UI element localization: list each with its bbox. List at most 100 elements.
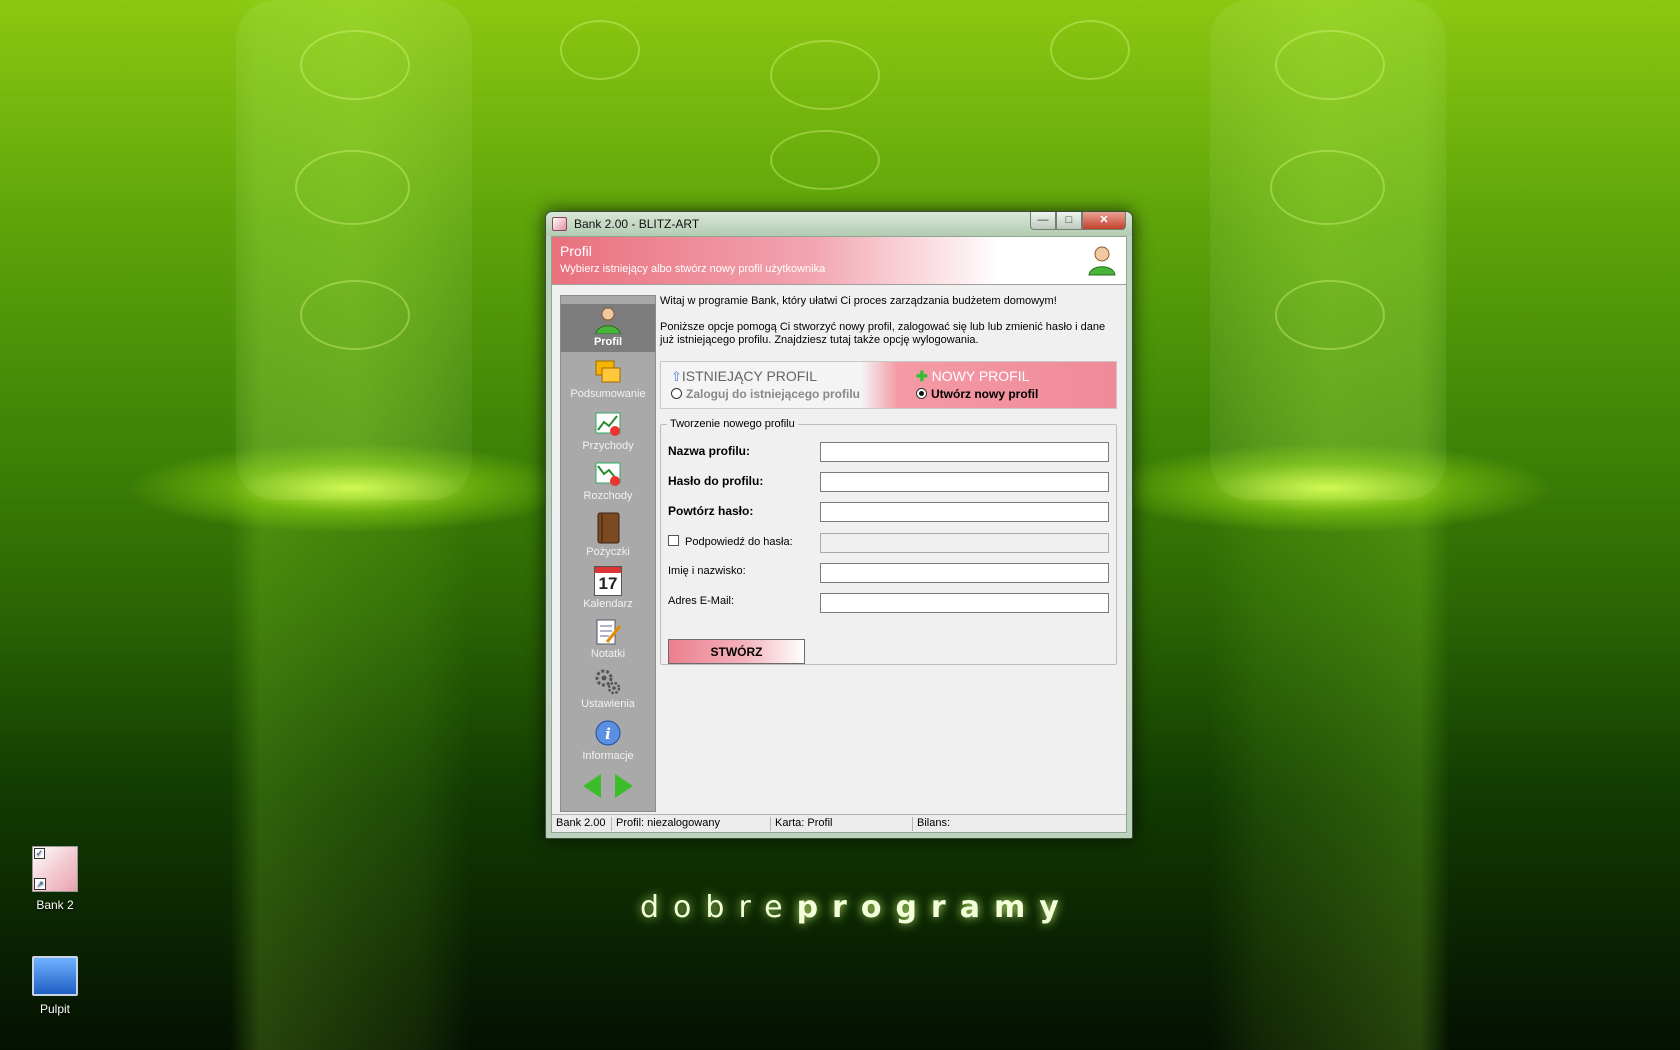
page-subtitle: Wybierz istniejący albo stwórz nowy prof… <box>560 263 826 275</box>
fullname-input[interactable] <box>820 563 1109 583</box>
desktop-icon-label: Bank 2 <box>36 898 74 912</box>
title-bar[interactable]: Bank 2.00 - BLITZ-ART — □ ✕ <box>546 212 1132 236</box>
arrow-left-icon[interactable] <box>583 774 601 798</box>
repeat-password-input[interactable] <box>820 502 1109 522</box>
sidebar-item-label: Rozchody <box>583 490 633 502</box>
wallpaper-swirl <box>560 20 640 80</box>
status-app: Bank 2.00 <box>552 817 612 831</box>
maximize-button[interactable]: □ <box>1056 212 1082 230</box>
password-hint-checkbox[interactable] <box>668 535 679 546</box>
sidebar-item-label: Podsumowanie <box>570 388 646 400</box>
shortcut-arrow-icon: ↗ <box>34 878 46 890</box>
email-input[interactable] <box>820 593 1109 613</box>
sidebar-item-przychody[interactable]: Przychody <box>561 410 655 458</box>
sidebar-item-podsumowanie[interactable]: Podsumowanie <box>561 358 655 406</box>
password-input[interactable] <box>820 472 1109 492</box>
sidebar-item-label: Notatki <box>590 648 626 660</box>
sidebar-item-rozchody[interactable]: Rozchody <box>561 460 655 508</box>
password-hint-label-wrap: Podpowiedź do hasła: <box>668 535 793 548</box>
mode-existing-option: Zaloguj do istniejącego profilu <box>686 387 861 401</box>
radio-existing-profile[interactable] <box>671 388 682 399</box>
email-row: Adres E-Mail: <box>668 593 1113 615</box>
repeat-password-label: Powtórz hasło: <box>668 504 754 518</box>
password-hint-input[interactable] <box>820 533 1109 553</box>
sidebar-item-label: Profil <box>593 336 623 348</box>
user-icon <box>1086 244 1118 276</box>
desktop-icon-pulpit[interactable]: Pulpit <box>7 956 103 1016</box>
password-label: Hasło do profilu: <box>668 474 764 488</box>
radio-new-profile[interactable] <box>916 388 927 399</box>
bank-app-icon <box>552 217 567 231</box>
password-row: Hasło do profilu: <box>668 472 1113 494</box>
info-icon: i <box>593 720 623 748</box>
sidebar-item-label: Ustawienia <box>581 698 635 710</box>
sidebar-item-profil[interactable]: Profil <box>561 304 655 352</box>
sidebar-item-label: Pożyczki <box>586 546 630 558</box>
mode-new-option: Utwórz nowy profil <box>931 387 1039 401</box>
password-hint-label: Podpowiedź do hasła: <box>685 536 793 548</box>
fullname-row: Imię i nazwisko: <box>668 563 1113 585</box>
page-title: Profil <box>560 243 592 259</box>
calendar-day: 17 <box>598 574 618 593</box>
expense-chart-icon <box>593 460 623 488</box>
book-icon <box>593 512 623 544</box>
desktop-icon-label: Pulpit <box>39 1002 71 1016</box>
password-hint-row: Podpowiedź do hasła: <box>668 533 1113 555</box>
profile-mode-selector: ⇧ISTNIEJĄCY PROFIL Zaloguj do istniejące… <box>660 361 1117 409</box>
gears-icon <box>593 668 623 696</box>
wallpaper-swirl <box>770 130 880 190</box>
wallpaper-swirl <box>1270 150 1385 225</box>
new-profile-form: Tworzenie nowego profilu Nazwa profilu: … <box>660 418 1117 665</box>
arrow-up-icon: ⇧ <box>671 369 682 384</box>
minimize-button[interactable]: — <box>1030 212 1056 230</box>
wallpaper-swirl <box>1275 280 1385 350</box>
wallpaper-watermark: dobreprogramy <box>640 890 1073 925</box>
check-overlay-icon: ✓ <box>34 848 45 859</box>
watermark-bold: programy <box>796 890 1073 925</box>
sidebar-item-informacje[interactable]: i Informacje <box>561 720 655 768</box>
wallpaper-swirl <box>295 150 410 225</box>
email-label: Adres E-Mail: <box>668 595 735 607</box>
wallpaper-swirl <box>300 280 410 350</box>
status-balance: Bilans: <box>917 817 951 829</box>
desktop-icon-bank2[interactable]: ✓ ↗ Bank 2 <box>7 846 103 912</box>
watermark-light: dobre <box>640 890 797 925</box>
profile-name-label: Nazwa profilu: <box>668 444 751 458</box>
summary-icon <box>593 358 623 386</box>
mode-new-title: NOWY PROFIL <box>931 368 1030 384</box>
income-chart-icon <box>593 410 623 438</box>
section-header: Profil Wybierz istniejący albo stwórz no… <box>552 237 1126 285</box>
svg-text:i: i <box>605 725 611 743</box>
sidebar-nav: Profil Podsumowanie Przychody Rozchody P… <box>560 295 656 812</box>
arrow-right-icon[interactable] <box>615 774 633 798</box>
sidebar-item-pozyczki[interactable]: Pożyczki <box>561 512 655 562</box>
profile-name-row: Nazwa profilu: <box>668 442 1113 464</box>
app-window: Bank 2.00 - BLITZ-ART — □ ✕ Profil Wybie… <box>545 211 1133 839</box>
mode-new-profile[interactable]: ✚ NOWY PROFIL Utwórz nowy profil <box>916 368 1038 401</box>
window-title: Bank 2.00 - BLITZ-ART <box>574 217 700 231</box>
monitor-icon <box>32 956 78 996</box>
bank-app-icon: ✓ ↗ <box>32 846 78 892</box>
mode-existing-profile[interactable]: ⇧ISTNIEJĄCY PROFIL Zaloguj do istniejące… <box>671 368 860 401</box>
form-legend: Tworzenie nowego profilu <box>667 418 798 430</box>
sidebar-item-kalendarz[interactable]: 17 Kalendarz <box>561 566 655 614</box>
sidebar-item-label: Informacje <box>582 750 634 762</box>
wallpaper-swirl <box>1050 20 1130 80</box>
wallpaper-swirl <box>300 30 410 100</box>
profile-name-input[interactable] <box>820 442 1109 462</box>
wallpaper-swirl <box>770 40 880 110</box>
close-button[interactable]: ✕ <box>1082 212 1126 230</box>
sidebar-item-ustawienia[interactable]: Ustawienia <box>561 668 655 716</box>
notes-icon <box>593 618 623 646</box>
sidebar-item-label: Kalendarz <box>583 598 633 610</box>
status-profile: Profil: niezalogowany <box>612 817 771 831</box>
create-profile-button[interactable]: STWÓRZ <box>668 639 805 664</box>
fullname-label: Imię i nazwisko: <box>668 565 746 577</box>
status-card: Karta: Profil <box>771 817 913 831</box>
window-controls: — □ ✕ <box>1030 212 1126 230</box>
description-text: Poniższe opcje pomogą Ci stworzyć nowy p… <box>660 321 1106 346</box>
repeat-password-row: Powtórz hasło: <box>668 502 1113 524</box>
user-icon <box>593 306 623 335</box>
sidebar-item-notatki[interactable]: Notatki <box>561 618 655 666</box>
mode-existing-title: ISTNIEJĄCY PROFIL <box>681 368 818 384</box>
